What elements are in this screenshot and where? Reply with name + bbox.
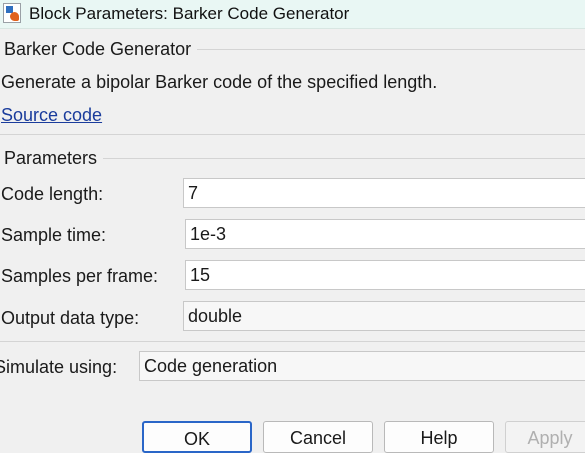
samples-per-frame-label: Samples per frame: (1, 266, 159, 286)
simulate-using-select[interactable]: Code generation (139, 351, 585, 381)
block-name-heading: Barker Code Generator (4, 39, 198, 60)
simulink-app-icon (3, 3, 21, 23)
sample-time-input[interactable]: 1e-3 (185, 219, 585, 249)
simulate-separator (0, 341, 585, 342)
block-description: Generate a bipolar Barker code of the sp… (1, 72, 438, 92)
parameters-heading: Parameters (4, 148, 104, 169)
output-data-type-label: Output data type: (1, 308, 140, 328)
code-length-input[interactable]: 7 (183, 178, 585, 208)
apply-button[interactable]: Apply (505, 421, 585, 453)
output-data-type-select[interactable]: double (183, 301, 585, 331)
code-length-label: Code length: (1, 184, 104, 204)
samples-per-frame-input[interactable]: 15 (185, 260, 585, 290)
title-bar: Block Parameters: Barker Code Generator (0, 0, 585, 29)
source-code-link[interactable]: Source code (1, 105, 102, 126)
simulate-using-label: Simulate using: (0, 357, 118, 377)
sample-time-label: Sample time: (1, 225, 107, 245)
section-separator (0, 134, 585, 135)
window-title: Block Parameters: Barker Code Generator (29, 4, 350, 23)
cancel-button[interactable]: Cancel (263, 421, 373, 453)
ok-button[interactable]: OK (142, 421, 252, 453)
help-button[interactable]: Help (384, 421, 494, 453)
